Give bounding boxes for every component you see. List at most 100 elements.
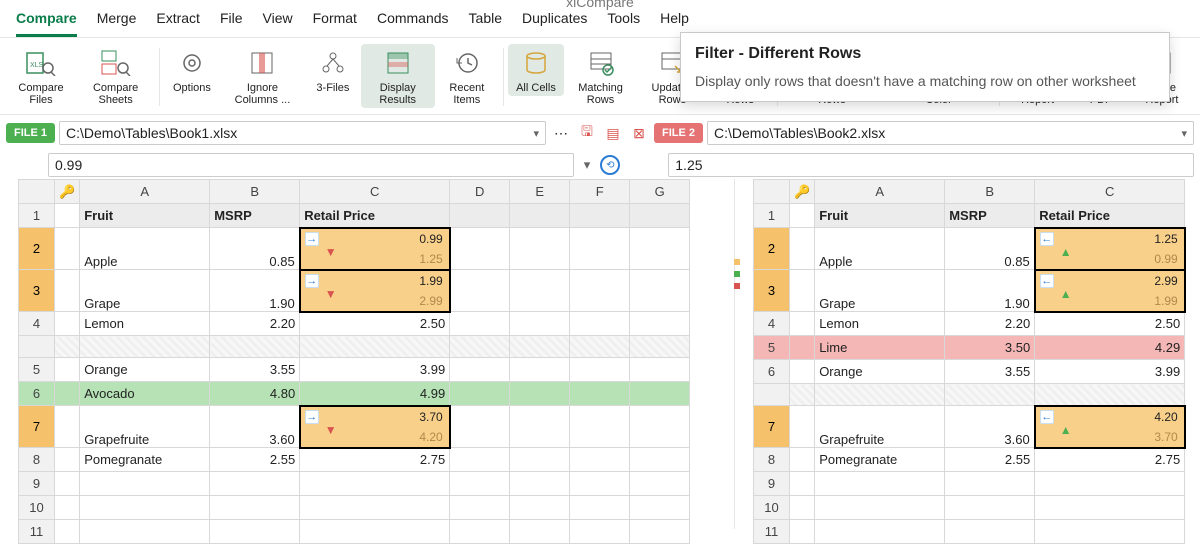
compare-files-button[interactable]: XLS Compare Files	[6, 44, 76, 108]
table-row[interactable]: 4Lemon2.202.50	[19, 312, 690, 336]
row-header[interactable]: 8	[19, 448, 55, 472]
file1-path-input[interactable]: C:\Demo\Tables\Book1.xlsx ▾	[59, 121, 546, 145]
file1-cell-value[interactable]: 0.99	[48, 153, 574, 177]
table-row[interactable]	[754, 384, 1185, 406]
updated-rows-button[interactable]: Updated Rows	[637, 44, 708, 108]
table-row[interactable]: 6→Avocado4.804.99	[19, 382, 690, 406]
diff-cell[interactable]: →▼3.704.20	[300, 406, 450, 448]
row-header[interactable]: 7	[754, 406, 790, 448]
menu-tools[interactable]: Tools	[607, 10, 640, 37]
menu-duplicates[interactable]: Duplicates	[522, 10, 587, 37]
header-retail[interactable]: Retail Price	[300, 204, 450, 228]
export-pdf-button[interactable]: PDF Export PDF	[1072, 44, 1130, 108]
browse-icon[interactable]: ⋯	[550, 122, 572, 144]
menu-file[interactable]: File	[220, 10, 243, 37]
table-row[interactable]: 2Apple0.85←▲1.250.99	[754, 228, 1185, 270]
menu-view[interactable]: View	[263, 10, 293, 37]
row-header[interactable]: 10	[754, 496, 790, 520]
table-row[interactable]: 7Grapefruite3.60←▲4.203.70	[754, 406, 1185, 448]
header-msrp[interactable]: MSRP	[210, 204, 300, 228]
table-row[interactable]: 9	[19, 472, 690, 496]
diff-cell[interactable]: ←▲1.250.99	[1035, 228, 1185, 270]
col-header-C[interactable]: C	[300, 180, 450, 204]
merge-arrow-icon[interactable]: →	[305, 232, 319, 246]
table-row[interactable]: 3Grape1.90←▲2.991.99	[754, 270, 1185, 312]
matching-rows-button[interactable]: Matching Rows	[564, 44, 637, 108]
row-header[interactable]: 6	[754, 360, 790, 384]
chevron-down-icon[interactable]: ▾	[533, 127, 539, 140]
table-row[interactable]: 6Orange3.553.99	[754, 360, 1185, 384]
header-fruit[interactable]: Fruit	[80, 204, 210, 228]
col-header-B[interactable]: B	[210, 180, 300, 204]
col-header-G[interactable]: G	[630, 180, 690, 204]
chevron-down-icon[interactable]: ▾	[1181, 127, 1187, 140]
merge-arrow-icon[interactable]: →	[305, 410, 319, 424]
menu-compare[interactable]: Compare	[16, 10, 77, 37]
ignore-columns-button[interactable]: Ignore Columns ...	[220, 44, 305, 108]
col-header-D[interactable]: D	[450, 180, 510, 204]
header-fruit[interactable]: Fruit	[815, 204, 945, 228]
row-header[interactable]: 11	[19, 520, 55, 544]
header-msrp[interactable]: MSRP	[945, 204, 1035, 228]
merge-arrow-icon[interactable]: ←	[1040, 232, 1054, 246]
menu-help[interactable]: Help	[660, 10, 689, 37]
row-header[interactable]: 2	[754, 228, 790, 270]
col-header-B[interactable]: B	[945, 180, 1035, 204]
row-header[interactable]: 3	[19, 270, 55, 312]
row-header[interactable]: 9	[754, 472, 790, 496]
save-icon[interactable]: 🖫	[576, 122, 598, 144]
menu-merge[interactable]: Merge	[97, 10, 137, 37]
merge-arrow-icon[interactable]: ←	[1040, 410, 1054, 424]
row-header[interactable]: 2	[19, 228, 55, 270]
recent-items-button[interactable]: Recent Items	[435, 44, 500, 108]
col-header-F[interactable]: F	[570, 180, 630, 204]
table-row[interactable]: 8Pomegranate2.552.75	[754, 448, 1185, 472]
row-header[interactable]	[754, 384, 790, 406]
row-header[interactable]: 11	[754, 520, 790, 544]
menu-table[interactable]: Table	[469, 10, 502, 37]
col-header-E[interactable]: E	[510, 180, 570, 204]
row-header[interactable]: 1	[19, 204, 55, 228]
row-header[interactable]: 4	[19, 312, 55, 336]
file2-path-input[interactable]: C:\Demo\Tables\Book2.xlsx ▾	[707, 121, 1194, 145]
table-row[interactable]	[19, 336, 690, 358]
diff-cell[interactable]: ←▲4.203.70	[1035, 406, 1185, 448]
all-cells-button[interactable]: All Cells	[508, 44, 564, 96]
table-row[interactable]: 7Grapefruite3.60→▼3.704.20	[19, 406, 690, 448]
diff-cell[interactable]: ←▲2.991.99	[1035, 270, 1185, 312]
table-row[interactable]: 11	[754, 520, 1185, 544]
row-header[interactable]: 7	[19, 406, 55, 448]
table-row[interactable]: 3Grape1.90→▼1.992.99	[19, 270, 690, 312]
menu-commands[interactable]: Commands	[377, 10, 449, 37]
table-row[interactable]: 8Pomegranate2.552.75	[19, 448, 690, 472]
row-header[interactable]: 1	[754, 204, 790, 228]
table-row[interactable]: 10	[754, 496, 1185, 520]
row-header[interactable]: 4	[754, 312, 790, 336]
row-header[interactable]: 3	[754, 270, 790, 312]
close-file-icon[interactable]: ⊠	[628, 122, 650, 144]
header-retail[interactable]: Retail Price	[1035, 204, 1185, 228]
row-header[interactable]: 8	[754, 448, 790, 472]
menu-format[interactable]: Format	[313, 10, 357, 37]
merge-arrow-icon[interactable]: →	[305, 274, 319, 288]
compare-sheets-button[interactable]: Compare Sheets	[76, 44, 155, 108]
create-report-button[interactable]: X Create Report	[1004, 44, 1072, 108]
unique-rows-button[interactable]: Unique Rows	[708, 44, 773, 108]
remove-hidden-rows-button[interactable]: Remove Hidden Rows	[782, 44, 883, 108]
col-header-A[interactable]: A	[80, 180, 210, 204]
display-results-button[interactable]: Display Results	[361, 44, 435, 108]
table-row[interactable]: 10	[19, 496, 690, 520]
row-header[interactable]: 5	[19, 358, 55, 382]
close-report-button[interactable]: Close Report	[1130, 44, 1194, 108]
table-row[interactable]: 1 FruitMSRPRetail Price	[754, 204, 1185, 228]
table-row[interactable]: 2Apple0.85→▼0.991.25	[19, 228, 690, 270]
table-row[interactable]: 1 FruitMSRPRetail Price	[19, 204, 690, 228]
diff-cell[interactable]: →▼1.992.99	[300, 270, 450, 312]
table-row[interactable]: 5Orange3.553.99	[19, 358, 690, 382]
col-header-A[interactable]: A	[815, 180, 945, 204]
right-grid[interactable]: 🔑ABC1FruitMSRPRetail Price2Apple0.85←▲1.…	[753, 179, 1186, 544]
row-header[interactable]: 6→	[19, 382, 55, 406]
mark-changes-button[interactable]: Mark Changes with Color	[882, 44, 994, 108]
row-header[interactable]: 10	[19, 496, 55, 520]
table-row[interactable]: 9	[754, 472, 1185, 496]
